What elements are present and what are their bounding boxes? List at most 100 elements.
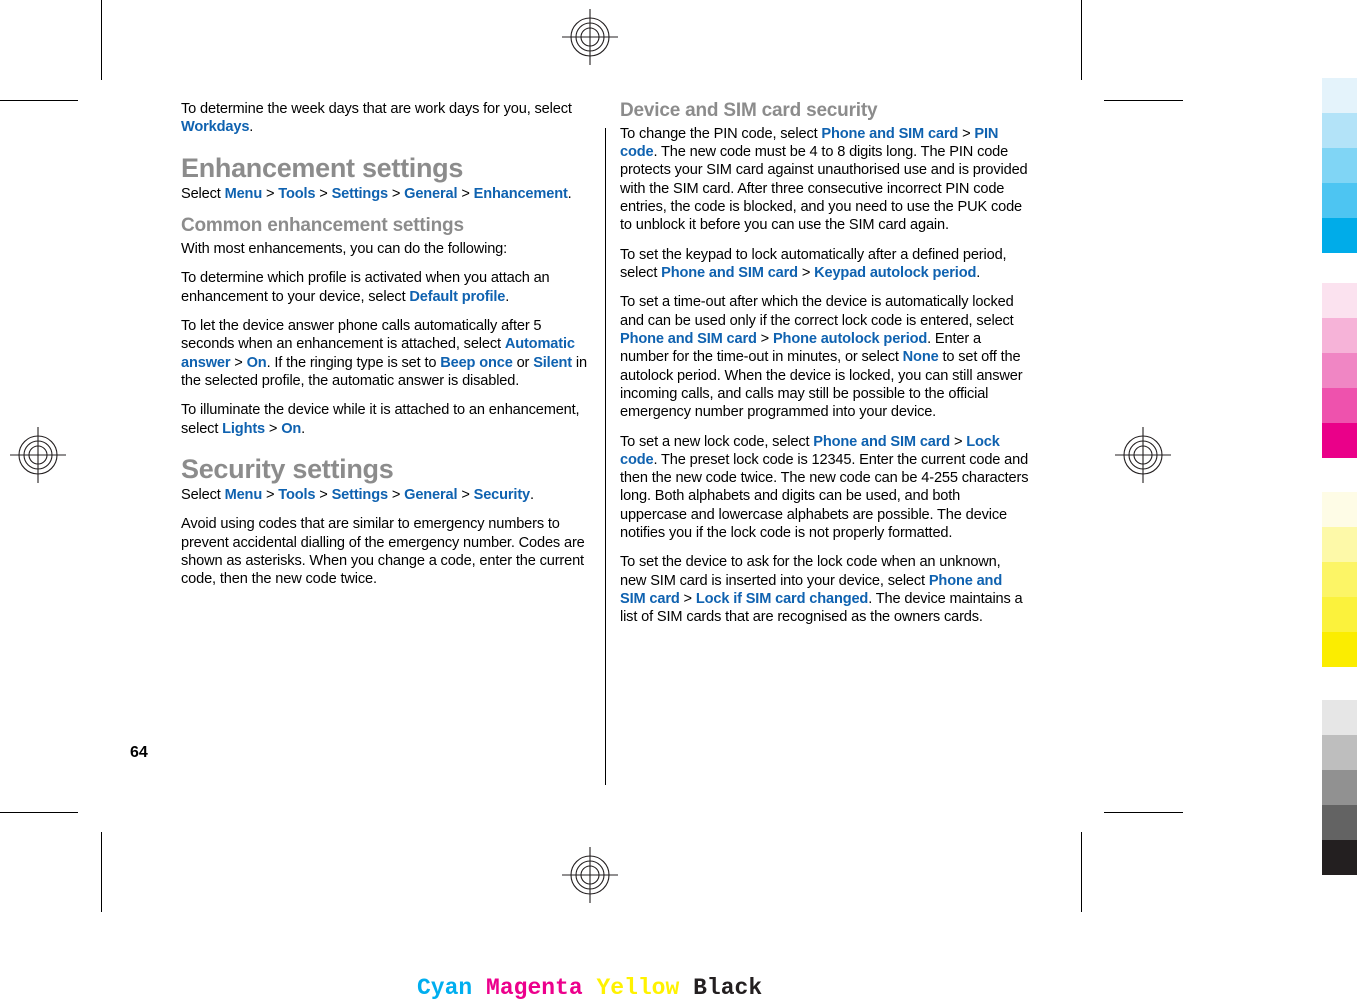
ui-term: On	[246, 354, 267, 371]
crop-mark-bottom-right-horizontal	[1104, 812, 1183, 813]
registration-mark-top	[562, 9, 618, 65]
calibration-swatch	[1322, 632, 1357, 667]
color-label-gap	[679, 975, 693, 1001]
path-separator: >	[756, 330, 773, 347]
text-run: .	[567, 185, 572, 202]
section-heading: Security settings	[181, 453, 394, 484]
path-separator: >	[315, 185, 332, 202]
path-separator: >	[230, 354, 247, 371]
text-run: .	[505, 288, 510, 305]
text-run: . The preset lock code is 12345. Enter t…	[620, 451, 1029, 542]
calibration-group-cyan	[1322, 78, 1357, 253]
calibration-swatch	[1322, 283, 1357, 318]
text-run: To set a time-out after which the device…	[620, 294, 1014, 329]
text-run: Select	[181, 487, 225, 504]
calibration-swatch	[1322, 597, 1357, 632]
color-label-gap	[583, 975, 597, 1001]
body-paragraph: Avoid using codes that are similar to em…	[181, 515, 591, 588]
crop-mark-bottom-right-vertical	[1081, 832, 1082, 912]
ui-term: Beep once	[440, 354, 513, 371]
calibration-swatch	[1322, 492, 1357, 527]
body-paragraph: To change the PIN code, select Phone and…	[620, 125, 1030, 235]
path-separator: >	[262, 487, 279, 504]
ui-term: On	[281, 420, 302, 437]
calibration-swatch	[1322, 148, 1357, 183]
ui-term: Settings	[331, 185, 389, 202]
color-label-yellow: Yellow	[596, 975, 680, 1001]
calibration-swatch	[1322, 527, 1357, 562]
ui-term: Menu	[224, 487, 263, 504]
calibration-swatch	[1322, 700, 1357, 735]
ui-term: Lights	[222, 420, 266, 437]
calibration-swatch	[1322, 218, 1357, 253]
calibration-swatch	[1322, 562, 1357, 597]
calibration-swatch	[1322, 113, 1357, 148]
text-run: To set a new lock code, select	[620, 433, 814, 450]
crop-mark-top-left-vertical	[101, 0, 102, 80]
text-run: To determine the week days that are work…	[181, 101, 572, 117]
subsection-heading: Device and SIM card security	[620, 100, 878, 121]
calibration-group-yellow	[1322, 492, 1357, 667]
ui-term: General	[404, 185, 458, 202]
calibration-swatch	[1322, 770, 1357, 805]
crop-mark-top-right-horizontal	[1104, 100, 1183, 101]
ui-term: None	[902, 349, 939, 366]
text-run: Select	[181, 185, 225, 202]
path-separator: >	[958, 125, 975, 142]
registration-mark-right	[1115, 427, 1171, 483]
body-paragraph: To set the device to ask for the lock co…	[620, 553, 1030, 626]
ui-term: Security	[473, 487, 531, 504]
text-run: . The new code must be 4 to 8 digits lon…	[620, 144, 1028, 234]
text-run: To let the device answer phone calls aut…	[181, 317, 542, 353]
body-paragraph: To set the keypad to lock automatically …	[620, 246, 1030, 283]
calibration-swatch	[1322, 805, 1357, 840]
text-run: . If the ringing type is set to	[266, 354, 441, 371]
crop-mark-top-left-horizontal	[0, 100, 78, 101]
calibration-swatch	[1322, 353, 1357, 388]
crop-mark-bottom-left-vertical	[101, 832, 102, 912]
color-label-magenta: Magenta	[486, 975, 583, 1001]
body-paragraph: To set a new lock code, select Phone and…	[620, 433, 1030, 543]
calibration-swatch	[1322, 735, 1357, 770]
body-paragraph: To determine which profile is activated …	[181, 269, 591, 306]
path-separator: >	[315, 487, 332, 504]
ui-term: Menu	[224, 185, 263, 202]
section-heading: Enhancement settings	[181, 152, 464, 183]
body-paragraph: Select Menu > Tools > Settings > General…	[181, 185, 591, 203]
body-paragraph: With most enhancements, you can do the f…	[181, 240, 591, 258]
calibration-swatch	[1322, 388, 1357, 423]
text-run: .	[976, 265, 981, 282]
ui-term: Default profile	[409, 288, 506, 305]
path-separator: >	[262, 185, 279, 202]
ui-term: Phone and SIM card	[813, 433, 951, 450]
body-paragraph: Select Menu > Tools > Settings > General…	[181, 486, 591, 504]
calibration-swatch	[1322, 840, 1357, 875]
color-label-black: Black	[693, 975, 763, 1001]
crop-mark-top-right-vertical	[1081, 0, 1082, 80]
body-paragraph: To set a time-out after which the device…	[620, 293, 1030, 421]
ui-term: Phone and SIM card	[620, 330, 757, 347]
text-run: or	[512, 354, 534, 371]
text-column-right: Device and SIM card security To change th…	[620, 100, 1030, 638]
ui-term: Phone and SIM card	[821, 125, 959, 142]
path-separator: >	[457, 185, 474, 202]
page-number: 64	[130, 744, 148, 761]
body-paragraph: To let the device answer phone calls aut…	[181, 317, 591, 390]
path-separator: >	[950, 433, 967, 450]
text-run: To change the PIN code, select	[620, 125, 822, 142]
column-divider	[605, 128, 606, 785]
ui-term: Silent	[533, 354, 573, 371]
registration-mark-bottom	[562, 847, 618, 903]
registration-mark-left	[10, 427, 66, 483]
text-run: With most enhancements, you can do the f…	[181, 241, 508, 258]
calibration-group-magenta	[1322, 283, 1357, 458]
calibration-swatch	[1322, 318, 1357, 353]
ui-term: General	[404, 487, 458, 504]
ui-term: Phone autolock period	[772, 330, 928, 347]
ui-term: Keypad autolock period	[814, 265, 977, 282]
ui-term: Tools	[278, 185, 316, 202]
calibration-swatch	[1322, 78, 1357, 113]
path-separator: >	[387, 185, 405, 202]
path-separator: >	[457, 487, 474, 504]
body-paragraph: To illuminate the device while it is att…	[181, 401, 591, 438]
